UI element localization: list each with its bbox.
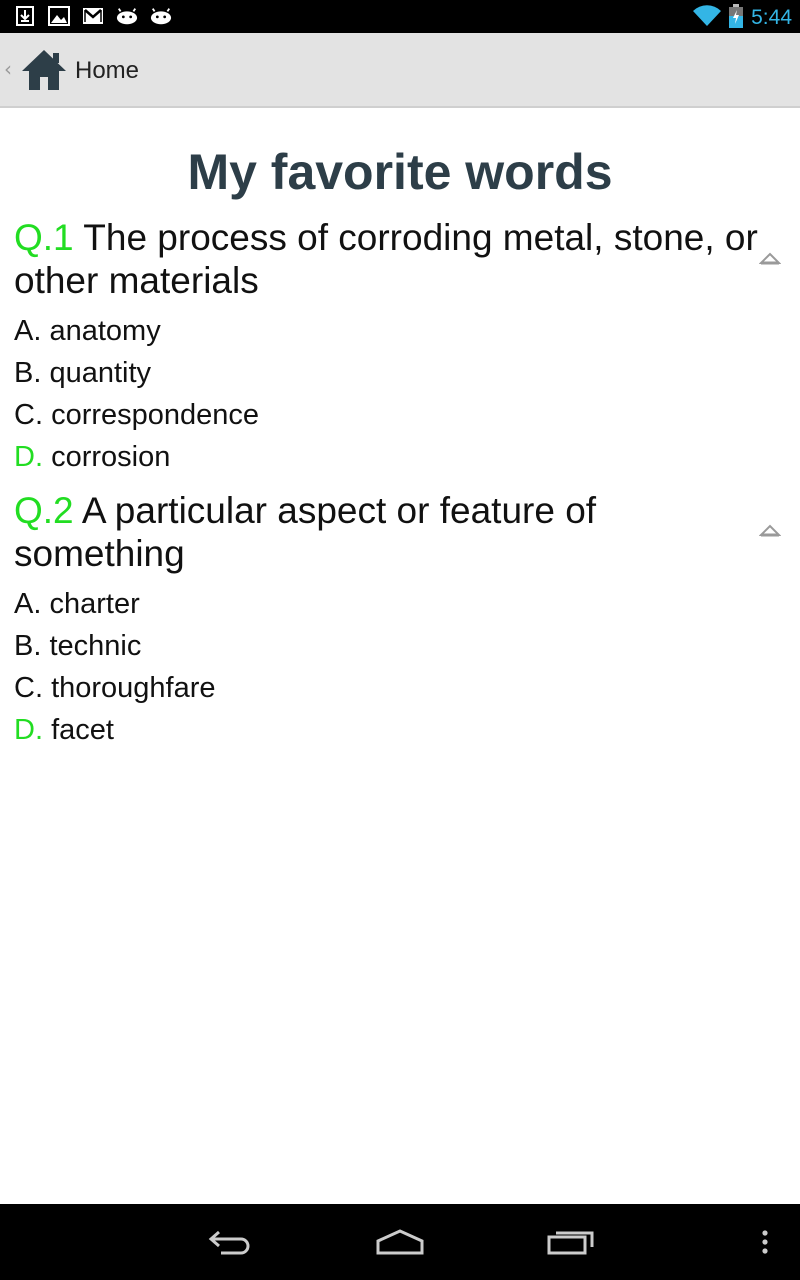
- up-caret-icon[interactable]: ‹: [4, 57, 12, 81]
- question-1: Q.1 The process of corroding metal, ston…: [14, 216, 774, 478]
- android-icon: [116, 6, 138, 26]
- recent-apps-icon[interactable]: [546, 1222, 596, 1262]
- option-letter: B.: [14, 630, 42, 662]
- option-c[interactable]: C. thoroughfare: [14, 667, 774, 709]
- option-text: technic: [49, 630, 142, 662]
- battery-charging-icon: [729, 4, 744, 32]
- android-icon: [150, 6, 172, 26]
- question-prompt: A particular aspect or feature of someth…: [14, 490, 597, 574]
- quiz-content: My favorite words Q.1 The process of cor…: [0, 108, 800, 1204]
- option-text: charter: [49, 588, 140, 620]
- gmail-icon: [82, 6, 104, 26]
- option-text: quantity: [49, 357, 152, 389]
- option-letter: C.: [14, 399, 43, 431]
- question-text: Q.2 A particular aspect or feature of so…: [14, 489, 774, 575]
- option-b[interactable]: B. quantity: [14, 352, 774, 394]
- question-number: Q.2: [14, 490, 74, 531]
- option-letter: B.: [14, 357, 42, 389]
- notification-icons: [14, 6, 172, 26]
- options-list: A. charter B. technic C. thoroughfare D.…: [14, 583, 774, 751]
- option-a[interactable]: A. charter: [14, 583, 774, 625]
- option-d[interactable]: D. corrosion: [14, 436, 774, 478]
- options-list: A. anatomy B. quantity C. correspondence…: [14, 310, 774, 478]
- question-2: Q.2 A particular aspect or feature of so…: [14, 489, 774, 751]
- option-letter: A.: [14, 315, 42, 347]
- option-text: thoroughfare: [51, 672, 216, 704]
- home-nav-icon[interactable]: [373, 1222, 427, 1262]
- option-letter: C.: [14, 672, 43, 704]
- question-text: Q.1 The process of corroding metal, ston…: [14, 216, 774, 302]
- option-a[interactable]: A. anatomy: [14, 310, 774, 352]
- option-text: corrosion: [51, 441, 171, 473]
- option-letter: D.: [14, 714, 43, 746]
- option-text: correspondence: [51, 399, 260, 431]
- home-icon[interactable]: [20, 47, 68, 93]
- overflow-menu-icon[interactable]: [752, 1222, 778, 1262]
- action-bar-title[interactable]: Home: [75, 57, 139, 85]
- option-text: anatomy: [49, 315, 161, 347]
- option-letter: D.: [14, 441, 43, 473]
- gallery-icon: [48, 6, 70, 26]
- question-prompt: The process of corroding metal, stone, o…: [14, 217, 758, 301]
- option-d[interactable]: D. facet: [14, 709, 774, 751]
- question-number: Q.1: [14, 217, 74, 258]
- back-icon[interactable]: [205, 1222, 255, 1262]
- clock: 5:44: [751, 6, 792, 29]
- option-letter: A.: [14, 588, 42, 620]
- collapse-question-2-icon[interactable]: [756, 520, 784, 540]
- option-b[interactable]: B. technic: [14, 625, 774, 667]
- status-bar: 5:44: [0, 0, 800, 33]
- navigation-bar: [0, 1204, 800, 1280]
- collapse-question-1-icon[interactable]: [756, 248, 784, 268]
- page-title: My favorite words: [187, 144, 613, 200]
- action-bar: ‹ Home: [0, 33, 800, 108]
- system-icons: 5:44: [693, 4, 792, 32]
- download-icon: [14, 6, 36, 26]
- option-c[interactable]: C. correspondence: [14, 394, 774, 436]
- option-text: facet: [51, 714, 114, 746]
- wifi-icon: [693, 5, 722, 31]
